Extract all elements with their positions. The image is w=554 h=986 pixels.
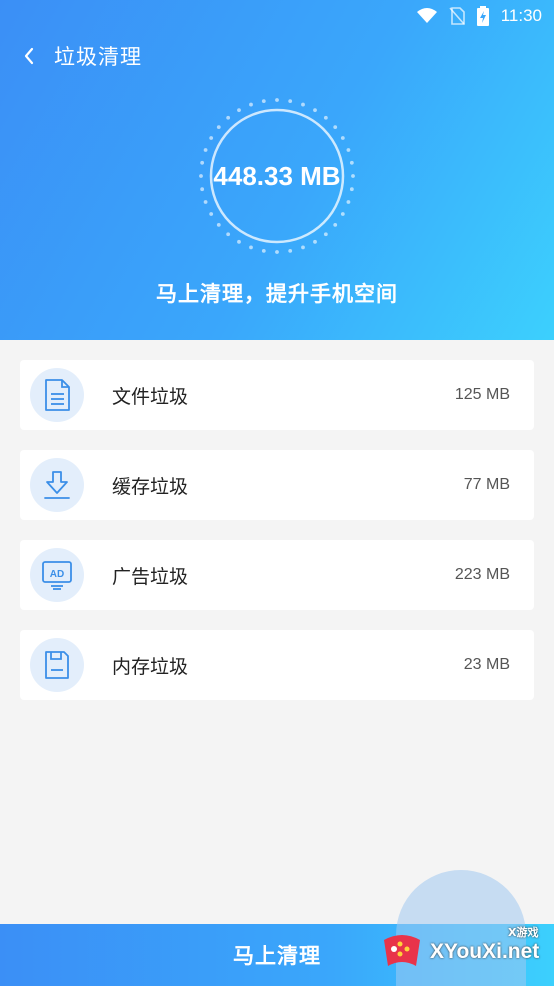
junk-category-list: 文件垃圾 125 MB 缓存垃圾 77 MB AD 广告垃圾 223 MB 内存… xyxy=(20,360,534,720)
memory-card-icon xyxy=(30,638,84,692)
gamepad-icon xyxy=(380,930,424,974)
watermark-small-text: X游戏 xyxy=(508,926,539,939)
list-item-label: 广告垃圾 xyxy=(112,565,189,588)
no-sim-icon xyxy=(449,7,465,25)
list-item-file-junk[interactable]: 文件垃圾 125 MB xyxy=(20,360,534,430)
list-item-label: 内存垃圾 xyxy=(112,655,189,678)
document-icon xyxy=(30,368,84,422)
list-item-size: 77 MB xyxy=(463,476,510,493)
download-icon xyxy=(30,458,84,512)
watermark-logo: XYouXi.net X游戏 xyxy=(380,924,548,980)
total-junk-size: 448.33 MB xyxy=(213,160,341,191)
junk-size-gauge: 448.33 MB xyxy=(197,96,357,256)
hero-subtitle: 马上清理，提升手机空间 xyxy=(156,282,398,306)
header-banner: 11:30 垃圾清理 448.33 MB 马上清理，提升手机空间 xyxy=(0,0,554,340)
ad-monitor-icon: AD xyxy=(30,548,84,602)
list-item-memory-junk[interactable]: 内存垃圾 23 MB xyxy=(20,630,534,700)
back-button[interactable] xyxy=(18,41,40,71)
svg-text:AD: AD xyxy=(50,569,64,580)
page-title: 垃圾清理 xyxy=(54,45,142,69)
list-item-cache-junk[interactable]: 缓存垃圾 77 MB xyxy=(20,450,534,520)
chevron-left-icon xyxy=(24,47,34,65)
list-item-label: 缓存垃圾 xyxy=(112,475,189,498)
status-bar: 11:30 xyxy=(0,0,554,32)
watermark-text: XYouXi.net xyxy=(430,940,540,963)
list-item-size: 23 MB xyxy=(463,656,510,673)
list-item-size: 125 MB xyxy=(454,386,510,403)
list-item-label: 文件垃圾 xyxy=(112,385,189,408)
battery-icon xyxy=(476,6,489,26)
status-time: 11:30 xyxy=(500,6,542,25)
list-item-size: 223 MB xyxy=(454,566,510,583)
top-bar: 垃圾清理 xyxy=(18,38,142,74)
list-item-ad-junk[interactable]: AD 广告垃圾 223 MB xyxy=(20,540,534,610)
wifi-icon xyxy=(416,8,437,24)
